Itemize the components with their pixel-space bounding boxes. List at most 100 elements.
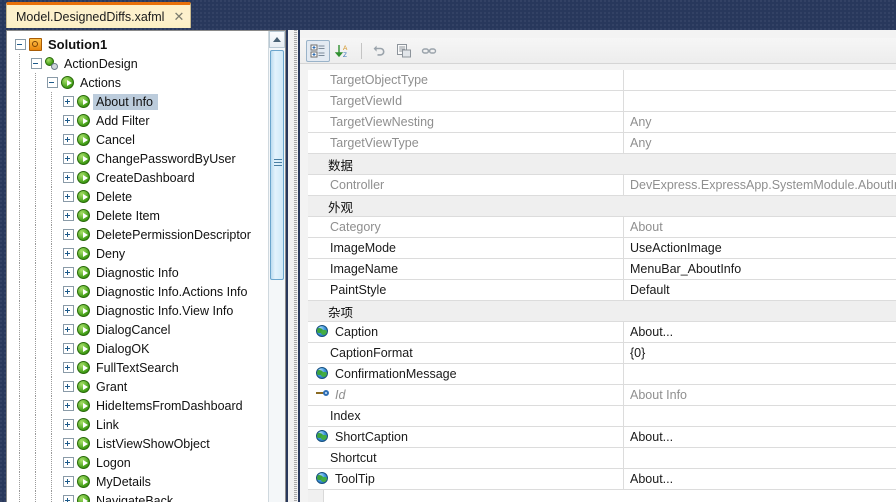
property-value-cell[interactable]: Any bbox=[624, 112, 896, 132]
property-row[interactable]: TargetObjectType bbox=[308, 70, 896, 91]
property-value-cell[interactable] bbox=[624, 406, 896, 426]
tree-item[interactable]: MyDetails bbox=[7, 472, 268, 491]
scrollbar-thumb[interactable] bbox=[270, 50, 284, 280]
tree-item[interactable]: FullTextSearch bbox=[7, 358, 268, 377]
property-row[interactable]: ShortCaptionAbout... bbox=[308, 427, 896, 448]
undo-icon[interactable] bbox=[367, 40, 391, 62]
expand-icon[interactable] bbox=[63, 248, 74, 259]
tree-item[interactable]: About Info bbox=[7, 92, 268, 111]
expand-icon[interactable] bbox=[63, 267, 74, 278]
property-value-cell[interactable]: DevExpress.ExpressApp.SystemModule.About… bbox=[624, 175, 896, 195]
tree-item[interactable]: DeletePermissionDescriptor bbox=[7, 225, 268, 244]
alphabetical-sort-icon[interactable]: A Z bbox=[331, 40, 355, 62]
tree-item[interactable]: Actions bbox=[7, 73, 268, 92]
scroll-up-arrow-icon[interactable] bbox=[269, 31, 285, 48]
tree-item[interactable]: Cancel bbox=[7, 130, 268, 149]
property-row[interactable]: ImageModeUseActionImage bbox=[308, 238, 896, 259]
expand-icon[interactable] bbox=[63, 438, 74, 449]
property-value-cell[interactable]: Default bbox=[624, 280, 896, 300]
panel-splitter[interactable] bbox=[288, 30, 298, 502]
categorized-view-icon[interactable] bbox=[306, 40, 330, 62]
collapse-icon[interactable] bbox=[15, 39, 26, 50]
property-row[interactable]: TargetViewId bbox=[308, 91, 896, 112]
tree-item[interactable]: DialogCancel bbox=[7, 320, 268, 339]
property-row[interactable]: CaptionAbout... bbox=[308, 322, 896, 343]
property-row[interactable]: CaptionFormat{0} bbox=[308, 343, 896, 364]
expand-icon[interactable] bbox=[63, 343, 74, 354]
expand-icon[interactable] bbox=[63, 305, 74, 316]
expand-icon[interactable] bbox=[63, 96, 74, 107]
expand-icon[interactable] bbox=[63, 229, 74, 240]
property-value-cell[interactable]: About... bbox=[624, 322, 896, 342]
property-row[interactable]: Index bbox=[308, 406, 896, 427]
tree-item[interactable]: Logon bbox=[7, 453, 268, 472]
expand-icon[interactable] bbox=[63, 172, 74, 183]
expand-icon[interactable] bbox=[63, 400, 74, 411]
property-row[interactable]: ConfirmationMessage bbox=[308, 364, 896, 385]
expand-icon[interactable] bbox=[63, 362, 74, 373]
tree-item[interactable]: NavigateBack bbox=[7, 491, 268, 502]
property-value-cell[interactable] bbox=[624, 70, 896, 90]
tree-item[interactable]: Add Filter bbox=[7, 111, 268, 130]
property-value-cell[interactable]: About Info bbox=[624, 385, 896, 405]
expand-icon[interactable] bbox=[63, 134, 74, 145]
property-value-cell[interactable]: About... bbox=[624, 427, 896, 447]
property-row[interactable]: PaintStyleDefault bbox=[308, 280, 896, 301]
property-value-cell[interactable] bbox=[624, 91, 896, 111]
property-value-cell[interactable]: {0} bbox=[624, 343, 896, 363]
property-pages-icon[interactable] bbox=[392, 40, 416, 62]
property-value-cell[interactable]: About bbox=[624, 217, 896, 237]
close-icon[interactable]: ✕ bbox=[173, 10, 184, 23]
collapse-icon[interactable] bbox=[31, 58, 42, 69]
tree-item[interactable]: Delete Item bbox=[7, 206, 268, 225]
document-tab-model-designeddiffs[interactable]: Model.DesignedDiffs.xafml ✕ bbox=[6, 2, 191, 28]
tree-item[interactable]: ChangePasswordByUser bbox=[7, 149, 268, 168]
property-value-cell[interactable]: UseActionImage bbox=[624, 238, 896, 258]
property-grid[interactable]: TargetObjectTypeTargetViewIdTargetViewNe… bbox=[308, 70, 896, 502]
property-row[interactable]: TargetViewNestingAny bbox=[308, 112, 896, 133]
property-row[interactable]: ToolTipAbout... bbox=[308, 469, 896, 490]
model-tree[interactable]: Solution1ActionDesignActionsAbout InfoAd… bbox=[7, 31, 268, 502]
expand-icon[interactable] bbox=[63, 115, 74, 126]
tree-item[interactable]: Diagnostic Info.View Info bbox=[7, 301, 268, 320]
expand-icon[interactable] bbox=[63, 495, 74, 502]
tree-vertical-scrollbar[interactable] bbox=[268, 31, 285, 502]
expand-icon[interactable] bbox=[63, 324, 74, 335]
property-value-cell[interactable] bbox=[624, 448, 896, 468]
property-category-header[interactable]: 数据 bbox=[308, 154, 896, 175]
property-value-cell[interactable]: About... bbox=[624, 469, 896, 489]
tree-item[interactable]: Solution1 bbox=[7, 35, 268, 54]
tree-item[interactable]: Diagnostic Info.Actions Info bbox=[7, 282, 268, 301]
expand-icon[interactable] bbox=[63, 210, 74, 221]
tree-item[interactable]: HideItemsFromDashboard bbox=[7, 396, 268, 415]
link-icon[interactable] bbox=[417, 40, 441, 62]
expand-icon[interactable] bbox=[63, 191, 74, 202]
tree-item[interactable]: ActionDesign bbox=[7, 54, 268, 73]
property-row[interactable]: Shortcut bbox=[308, 448, 896, 469]
property-row[interactable]: ImageNameMenuBar_AboutInfo bbox=[308, 259, 896, 280]
tree-item[interactable]: Diagnostic Info bbox=[7, 263, 268, 282]
tree-item[interactable]: Delete bbox=[7, 187, 268, 206]
property-row[interactable]: IdAbout Info bbox=[308, 385, 896, 406]
expand-icon[interactable] bbox=[63, 381, 74, 392]
tree-item[interactable]: CreateDashboard bbox=[7, 168, 268, 187]
property-category-header[interactable]: 外观 bbox=[308, 196, 896, 217]
tree-item[interactable]: Link bbox=[7, 415, 268, 434]
tree-item[interactable]: Grant bbox=[7, 377, 268, 396]
expand-icon[interactable] bbox=[63, 419, 74, 430]
expand-icon[interactable] bbox=[63, 457, 74, 468]
property-row[interactable]: TargetViewTypeAny bbox=[308, 133, 896, 154]
property-value-cell[interactable]: MenuBar_AboutInfo bbox=[624, 259, 896, 279]
property-category-header[interactable]: 杂项 bbox=[308, 301, 896, 322]
expand-icon[interactable] bbox=[63, 153, 74, 164]
tree-item[interactable]: ListViewShowObject bbox=[7, 434, 268, 453]
collapse-icon[interactable] bbox=[47, 77, 58, 88]
property-value-cell[interactable]: Any bbox=[624, 133, 896, 153]
tree-item[interactable]: Deny bbox=[7, 244, 268, 263]
property-row[interactable]: ControllerDevExpress.ExpressApp.SystemMo… bbox=[308, 175, 896, 196]
tree-item[interactable]: DialogOK bbox=[7, 339, 268, 358]
property-value-cell[interactable] bbox=[624, 364, 896, 384]
expand-icon[interactable] bbox=[63, 286, 74, 297]
expand-icon[interactable] bbox=[63, 476, 74, 487]
property-row[interactable]: CategoryAbout bbox=[308, 217, 896, 238]
